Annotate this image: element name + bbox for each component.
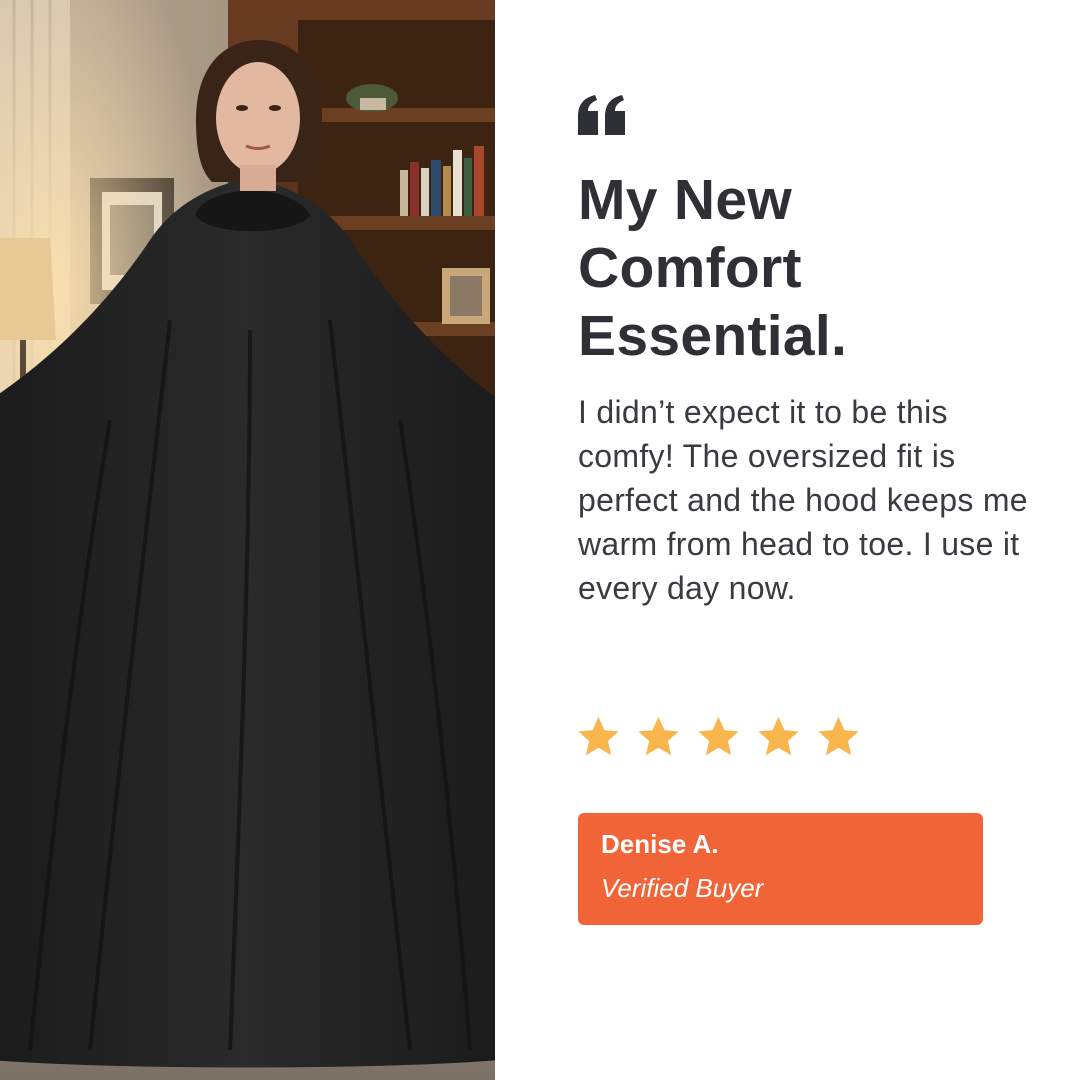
review-panel: My New Comfort Essential. I didn’t expec… [495, 0, 1080, 1080]
star-icon [578, 716, 619, 756]
star-rating [575, 714, 862, 760]
review-headline: My New Comfort Essential. [578, 168, 848, 368]
review-card: My New Comfort Essential. I didn’t expec… [0, 0, 1080, 1080]
star-icon [818, 716, 859, 756]
reviewer-name: Denise A. [601, 829, 719, 859]
review-text: I didn’t expect it to be this comfy! The… [578, 394, 1028, 606]
verified-buyer-label: Verified Buyer [601, 873, 764, 903]
star-icon [698, 716, 739, 756]
star-icon [638, 716, 679, 756]
quote-mark-icon [578, 95, 625, 135]
product-photo [0, 0, 495, 1080]
reviewer-badge: Denise A. Verified Buyer [578, 813, 983, 925]
star-icon [758, 716, 799, 756]
